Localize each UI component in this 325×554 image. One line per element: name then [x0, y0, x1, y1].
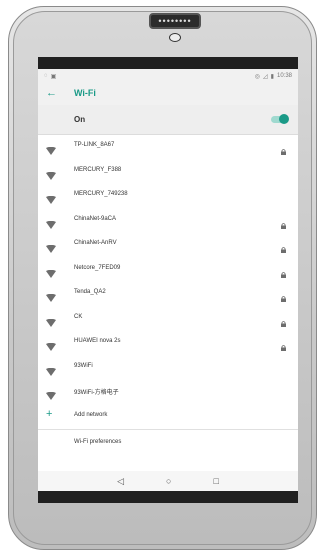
camera-icon [169, 33, 181, 42]
wifi-icon [46, 363, 56, 376]
wifi-network-row[interactable]: CK [38, 307, 298, 332]
wifi-network-row[interactable]: MERCURY_749238 [38, 184, 298, 209]
wifi-icon [46, 338, 56, 351]
nav-back-icon[interactable]: ◁ [117, 476, 124, 487]
status-time: 10:38 [276, 73, 292, 79]
speaker-grille: •••••••• [149, 13, 201, 29]
wifi-network-name: HUAWEI nova 2s [74, 338, 121, 344]
plus-icon: + [46, 407, 53, 420]
wifi-network-row[interactable]: ChinaNet-9aCA [38, 209, 298, 234]
nav-recents-icon[interactable]: □ [213, 476, 218, 486]
wifi-network-row[interactable]: Tenda_QA2 [38, 282, 298, 307]
screenshot-icon: ▣ [50, 73, 57, 80]
wifi-network-row[interactable]: TP-LINK_8A67 [38, 135, 298, 160]
wifi-network-row[interactable]: ChinaNet-AnRV [38, 233, 298, 258]
screen-bottom-bezel [38, 491, 298, 503]
wifi-network-name: CK [74, 313, 83, 320]
wifi-network-name: Netcore_7FED09 [74, 264, 121, 271]
status-bar: ◌ ▣ ◎ ◿ ▮ 10:38 [38, 69, 298, 83]
wifi-icon [46, 240, 56, 253]
wifi-preferences-label: Wi-Fi preferences [74, 439, 122, 445]
wifi-network-name: Tenda_QA2 [74, 289, 106, 295]
app-bar: ← Wi-Fi [38, 83, 298, 105]
wifi-icon [46, 387, 56, 400]
wifi-preferences-row[interactable]: Wi-Fi preferences [38, 430, 298, 456]
navigation-bar: ◁ ○ □ [38, 471, 298, 491]
wifi-icon [46, 167, 56, 180]
wifi-icon [46, 289, 56, 302]
network-list: TP-LINK_8A67 MERCURY_F388 MERCURY_749238 Ch… [38, 135, 298, 456]
wifi-toggle-label: On [74, 115, 86, 124]
add-network-row[interactable]: + Add network [38, 405, 298, 430]
add-network-label: Add network [74, 411, 108, 418]
wifi-icon [46, 314, 56, 327]
wifi-network-name: ChinaNet-9aCA [74, 215, 117, 222]
screen: ◌ ▣ ◎ ◿ ▮ 10:38 ← Wi-Fi On TP-LINK_8A67 M… [38, 57, 298, 503]
wifi-network-row[interactable]: MERCURY_F388 [38, 160, 298, 185]
lock-icon [281, 240, 286, 253]
lock-icon [281, 289, 286, 302]
wifi-network-name: 93WiFi [74, 362, 93, 369]
wifi-icon [46, 265, 56, 278]
battery-icon: ▮ [270, 73, 274, 80]
lock-icon [281, 265, 286, 278]
screen-top-bezel [38, 57, 298, 69]
wifi-icon [46, 216, 56, 229]
wifi-network-row[interactable]: 93WiFi-方格电子 [38, 380, 298, 405]
data-saver-icon: ◎ [254, 73, 261, 80]
lock-icon [281, 142, 286, 155]
wifi-network-row[interactable]: 93WiFi [38, 356, 298, 381]
lock-icon [281, 338, 286, 351]
toggle-knob [279, 114, 289, 124]
wifi-network-name: 93WiFi-方格电子 [74, 390, 119, 396]
wifi-network-row[interactable]: Netcore_7FED09 [38, 258, 298, 283]
wifi-network-row[interactable]: HUAWEI nova 2s [38, 331, 298, 356]
arrow-back-icon[interactable]: ← [46, 87, 57, 99]
wifi-network-name: ChinaNet-AnRV [74, 240, 117, 246]
wifi-network-name: MERCURY_F388 [74, 166, 122, 173]
wifi-network-name: TP-LINK_8A67 [74, 142, 115, 148]
wifi-toggle[interactable] [271, 114, 289, 124]
page-title: Wi-Fi [74, 88, 96, 98]
nav-home-icon[interactable]: ○ [166, 476, 171, 486]
no-sim-icon: ◿ [263, 73, 268, 80]
lock-icon [281, 314, 286, 327]
lock-icon [281, 216, 286, 229]
wifi-network-name: MERCURY_749238 [74, 191, 128, 197]
notification-icon: ◌ [44, 73, 48, 79]
wifi-icon [46, 142, 56, 155]
wifi-master-toggle-row[interactable]: On [38, 105, 298, 135]
wifi-icon [46, 191, 56, 204]
